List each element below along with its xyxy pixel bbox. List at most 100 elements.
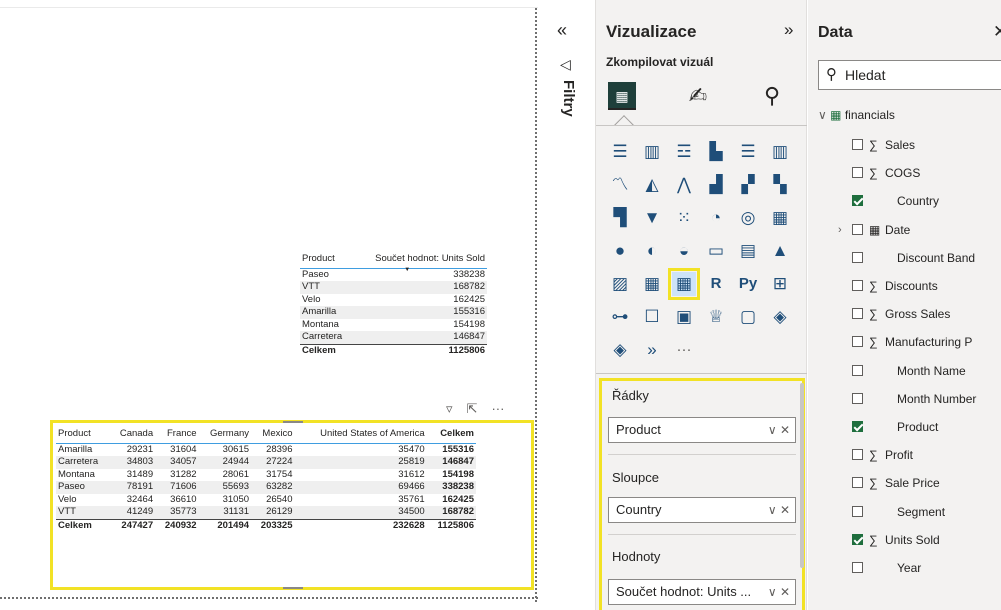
gauge-icon[interactable]: ◒ — [672, 239, 696, 263]
resize-handle-bottom[interactable] — [283, 587, 303, 589]
chevron-right-icon[interactable]: › — [838, 220, 842, 240]
stacked-area-icon[interactable]: ⋀ — [672, 173, 696, 197]
field-item[interactable]: ∑ Sales — [852, 135, 915, 155]
field-item[interactable]: Product — [852, 417, 938, 437]
checkbox[interactable] — [852, 195, 863, 207]
field-item[interactable]: ∑ Units Sold — [852, 530, 940, 550]
collapse-icon[interactable]: « — [557, 20, 567, 41]
table-row[interactable]: VTT 168782 — [300, 281, 487, 294]
analytics-icon[interactable]: ⚲ — [758, 82, 786, 110]
sort-descending-icon[interactable]: ▼ — [404, 264, 410, 277]
ribbon-icon[interactable]: ▚ — [768, 173, 792, 197]
line-icon[interactable]: 〽 — [608, 173, 632, 197]
table-row[interactable]: Velo 162425 — [300, 294, 487, 307]
matrix-visual-small[interactable]: Product Součet hodnot: Units Sold ▼ Paseo… — [300, 250, 487, 357]
smart-narrative-icon[interactable]: ▢ — [736, 305, 760, 329]
filters-pane-collapsed[interactable]: « ◁ Filtry — [540, 0, 596, 610]
checkbox[interactable] — [852, 139, 863, 150]
more-options-icon[interactable]: ··· — [491, 401, 504, 417]
table-row[interactable]: Amarilla 155316 — [300, 306, 487, 319]
stacked-bar-icon[interactable]: ☰ — [608, 140, 632, 164]
map-icon[interactable]: ● — [608, 239, 632, 263]
area-icon[interactable]: ◭ — [640, 173, 664, 197]
decomposition-tree-icon[interactable]: ⊶ — [608, 305, 632, 329]
field-item[interactable]: Segment — [852, 502, 945, 522]
table-node-financials[interactable]: ∨ ▦ financials — [818, 108, 895, 122]
checkbox[interactable] — [852, 167, 863, 179]
clustered-column-icon[interactable]: ▙ — [704, 140, 728, 164]
column-header[interactable]: United States of America — [294, 425, 427, 444]
checkbox[interactable] — [852, 308, 863, 320]
power-apps-icon[interactable]: ◈ — [768, 305, 792, 329]
treemap-icon[interactable]: ▦ — [768, 206, 792, 230]
table-row[interactable]: Montana 154198 — [300, 319, 487, 332]
field-item[interactable]: Country — [852, 191, 939, 211]
column-header[interactable]: Germany — [198, 425, 252, 444]
resize-handle-top[interactable] — [283, 421, 303, 423]
checkbox[interactable] — [852, 449, 863, 461]
table-row[interactable]: Paseo 338238 — [300, 268, 487, 281]
kpi-icon[interactable]: ▲ — [768, 239, 792, 263]
stacked-column-icon[interactable]: ▥ — [640, 140, 664, 164]
field-item[interactable]: ∑ Manufacturing P — [852, 332, 972, 352]
checkbox[interactable] — [852, 392, 863, 404]
scatter-icon[interactable]: ⁙ — [672, 206, 696, 230]
filters-label[interactable]: Filtry — [560, 80, 577, 117]
clustered-bar-icon[interactable]: ☲ — [672, 140, 696, 164]
paginated-report-icon[interactable]: ▣ — [672, 305, 696, 329]
total-row[interactable]: Celkem 1125806 — [300, 343, 487, 357]
column-header[interactable]: Mexico — [251, 425, 295, 444]
checkbox[interactable] — [852, 336, 863, 348]
field-item[interactable]: Month Number — [852, 389, 976, 409]
column-header[interactable]: France — [155, 425, 199, 444]
table-icon[interactable]: ▦ — [640, 272, 664, 296]
power-automate-icon[interactable]: ◈ — [608, 338, 632, 362]
column-header-units-sold[interactable]: Součet hodnot: Units Sold ▼ — [352, 250, 487, 273]
checkbox[interactable] — [852, 421, 863, 432]
waterfall-icon[interactable]: ▜ — [608, 206, 632, 230]
column-header[interactable]: Celkem — [426, 425, 476, 444]
field-item[interactable]: ∑ Sale Price — [852, 473, 940, 493]
funnel-icon[interactable]: ▼ — [640, 206, 664, 230]
column-header-product[interactable]: Product — [300, 250, 353, 269]
100-column-icon[interactable]: ▥ — [768, 140, 792, 164]
field-item[interactable]: Discount Band — [852, 248, 975, 268]
search-input[interactable]: ⚲ Hledat — [818, 60, 1001, 90]
table-row[interactable]: Montana 31489 31282 28061 31754 31612 154198 — [56, 469, 476, 482]
field-item[interactable]: ∑ Profit — [852, 445, 913, 465]
format-visual-icon[interactable]: ✍ — [684, 82, 712, 110]
matrix-icon[interactable]: ▦ — [668, 268, 700, 300]
multirow-card-icon[interactable]: ▤ — [736, 239, 760, 263]
field-item[interactable]: ∑ COGS — [852, 163, 920, 183]
table-row[interactable]: Carretera 146847 — [300, 331, 487, 344]
report-canvas[interactable]: Product Součet hodnot: Units Sold ▼ Paseo… — [0, 0, 538, 610]
matrix-visual-main[interactable]: Product Canada France Germany Mexico United S… — [56, 425, 476, 532]
checkbox[interactable] — [852, 505, 863, 517]
field-item[interactable]: ∑ Discounts — [852, 276, 938, 296]
line-column-icon[interactable]: ▟ — [704, 173, 728, 197]
expand-icon[interactable]: » — [784, 20, 793, 40]
donut-icon[interactable]: ◎ — [736, 206, 760, 230]
checkbox[interactable] — [852, 533, 863, 545]
column-header[interactable]: Product — [56, 425, 110, 444]
checkbox[interactable] — [852, 477, 863, 489]
build-visual-icon[interactable]: ▦ — [608, 82, 636, 110]
key-influencers-icon[interactable]: ⊞ — [768, 272, 792, 296]
python-visual-icon[interactable]: Py — [736, 272, 760, 296]
total-row[interactable]: Celkem 247427 240932 201494 203325 232628 1125… — [56, 518, 476, 532]
r-visual-icon[interactable]: R — [704, 272, 728, 296]
more-visuals-icon[interactable]: » — [640, 338, 664, 362]
filled-map-icon[interactable]: ◐ — [640, 239, 664, 263]
100-bar-icon[interactable]: ☰ — [736, 140, 760, 164]
more-icon[interactable]: ··· — [672, 338, 696, 362]
slicer-icon[interactable]: ▨ — [608, 272, 632, 296]
column-header[interactable]: Canada — [109, 425, 156, 444]
field-item[interactable]: Month Name — [852, 361, 966, 381]
line-clustered-column-icon[interactable]: ▞ — [736, 173, 760, 197]
field-item[interactable]: › ▦ Date — [838, 220, 910, 240]
table-row[interactable]: VTT 41249 35773 31131 26129 34500 168782 — [56, 506, 476, 519]
focus-mode-icon[interactable]: ⇱ — [467, 401, 478, 417]
table-row[interactable]: Velo 32464 36610 31050 26540 35761 162425 — [56, 494, 476, 507]
qna-icon[interactable]: ☐ — [640, 305, 664, 329]
checkbox[interactable] — [852, 280, 863, 291]
